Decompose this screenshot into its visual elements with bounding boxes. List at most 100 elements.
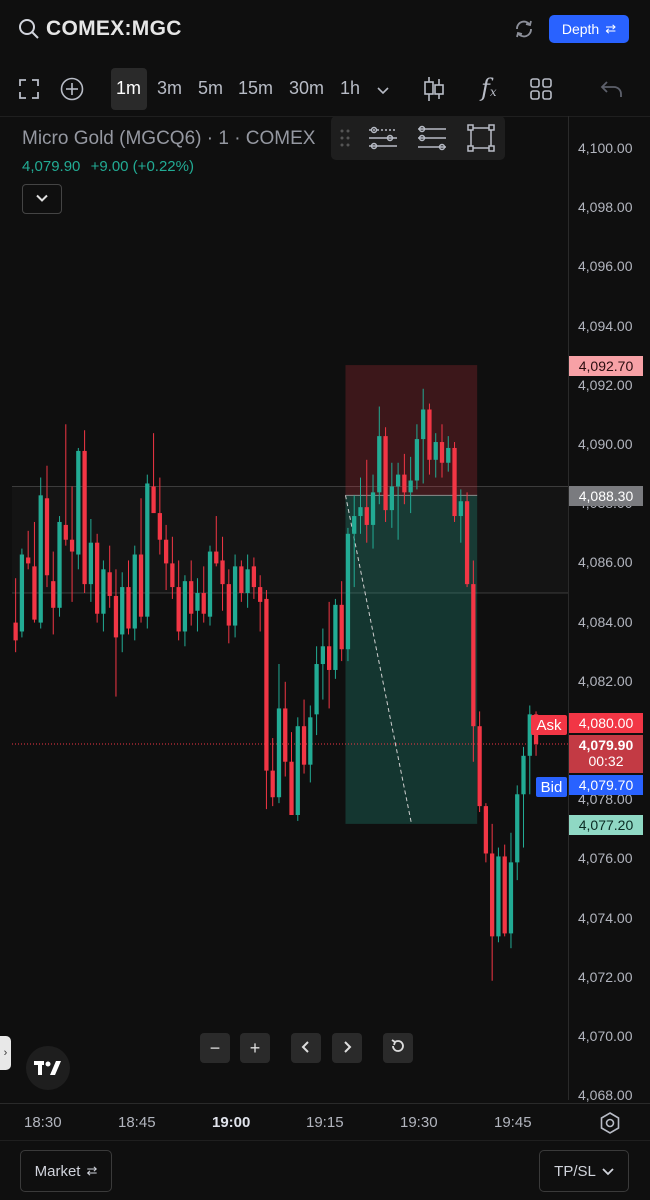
candle-body bbox=[32, 566, 37, 620]
candle-body bbox=[464, 501, 470, 585]
market-order-button[interactable]: Market ⇄ bbox=[20, 1150, 112, 1192]
time-label-bold: 19:00 bbox=[212, 1114, 251, 1131]
candle-body bbox=[251, 566, 257, 588]
candle-body bbox=[214, 551, 219, 564]
tpsl-button[interactable]: TP/SL bbox=[539, 1150, 629, 1192]
drawing-toolbar bbox=[331, 116, 505, 160]
candle-body bbox=[195, 593, 200, 611]
position-settings-icon[interactable] bbox=[368, 125, 398, 156]
candle-body bbox=[289, 761, 294, 815]
candle-body bbox=[283, 708, 288, 762]
candle-body bbox=[95, 542, 100, 614]
candle-body bbox=[44, 498, 50, 576]
candle-body bbox=[51, 581, 56, 608]
candle-body bbox=[88, 542, 94, 585]
price-axis-label: 4,070.00 bbox=[578, 1028, 633, 1044]
market-label: Market bbox=[34, 1162, 81, 1180]
candle-body bbox=[189, 581, 194, 614]
price-axis-label: 4,096.00 bbox=[578, 258, 633, 275]
candle-body bbox=[395, 474, 401, 487]
legend-collapse-button[interactable] bbox=[22, 184, 62, 214]
candle-body bbox=[370, 492, 376, 525]
swap-icon: ⇄ bbox=[605, 21, 617, 36]
candle-body bbox=[471, 584, 476, 727]
candle-body bbox=[389, 486, 394, 511]
ask-tag: Ask bbox=[531, 715, 567, 735]
candle-body bbox=[207, 551, 213, 617]
zoom-out-button[interactable]: − bbox=[200, 1033, 230, 1063]
price-axis-label: 4,068.00 bbox=[578, 1087, 633, 1104]
zoom-in-button[interactable]: + bbox=[240, 1033, 270, 1063]
candle-body bbox=[414, 439, 420, 481]
candle-body bbox=[333, 604, 338, 670]
time-axis-divider bbox=[0, 1103, 650, 1104]
candle-body bbox=[170, 563, 175, 588]
last-price-badge: 4,079.90 00:32 bbox=[569, 735, 643, 773]
candle-body bbox=[157, 513, 162, 540]
candle-body bbox=[490, 853, 495, 937]
candle-body bbox=[295, 726, 300, 815]
bid-tag: Bid bbox=[536, 777, 567, 797]
candle-body bbox=[402, 474, 407, 493]
candle-body bbox=[57, 521, 62, 608]
candle-body bbox=[107, 572, 112, 596]
candle-body bbox=[421, 409, 426, 440]
tradingview-logo[interactable] bbox=[26, 1046, 70, 1090]
candle-body bbox=[496, 856, 501, 937]
price-axis-label: 4,074.00 bbox=[578, 909, 633, 926]
legend-change: +9.00 (+0.22%) bbox=[90, 158, 194, 175]
candle-body bbox=[264, 598, 269, 771]
chevron-right-icon bbox=[342, 1038, 352, 1059]
candle-body bbox=[345, 533, 351, 650]
candle-body bbox=[245, 569, 250, 593]
legend-title: Micro Gold (MGCQ6) · 1 · COMEX bbox=[22, 128, 316, 149]
candle-body bbox=[320, 646, 325, 665]
candle-body bbox=[113, 595, 119, 638]
candle-body bbox=[515, 794, 520, 863]
scroll-left-button[interactable] bbox=[291, 1033, 321, 1063]
legend-price-line: 4,079.90 +9.00 (+0.22%) bbox=[22, 158, 194, 175]
candle-body bbox=[270, 770, 275, 798]
scroll-right-button[interactable] bbox=[332, 1033, 362, 1063]
side-panel-toggle[interactable]: › bbox=[0, 1036, 11, 1070]
candle-body bbox=[301, 726, 307, 765]
price-axis-label: 4,076.00 bbox=[578, 850, 633, 867]
candle-body bbox=[452, 447, 457, 517]
candle-body bbox=[308, 717, 313, 765]
time-label: 18:45 bbox=[118, 1114, 156, 1131]
candle-body bbox=[151, 486, 156, 514]
chevron-down-icon bbox=[602, 1163, 614, 1180]
candle-body bbox=[477, 726, 482, 807]
take-profit-zone bbox=[345, 495, 478, 824]
candle-body bbox=[76, 450, 81, 555]
drag-handle-icon[interactable] bbox=[340, 129, 350, 152]
candle-body bbox=[120, 587, 125, 635]
candle-body bbox=[63, 524, 68, 540]
rectangle-tool-icon[interactable] bbox=[467, 124, 495, 157]
footer-divider bbox=[0, 1140, 650, 1141]
chevron-left-icon bbox=[301, 1038, 311, 1059]
candle-body bbox=[145, 483, 150, 617]
price-axis-label: 4,084.00 bbox=[578, 613, 633, 630]
candle-body bbox=[358, 507, 363, 517]
candle-body bbox=[508, 862, 514, 934]
swap-icon: ⇄ bbox=[86, 1163, 98, 1178]
undo-icon[interactable] bbox=[600, 80, 624, 103]
candle-body bbox=[69, 539, 75, 552]
candle-body bbox=[101, 569, 106, 614]
tpsl-label: TP/SL bbox=[554, 1162, 596, 1180]
position-lines-icon[interactable] bbox=[417, 125, 447, 156]
candle-body bbox=[232, 566, 238, 626]
candle-body bbox=[13, 622, 18, 641]
candle-body bbox=[38, 495, 43, 623]
candle-body bbox=[182, 581, 188, 632]
ask-price-badge: 4,080.00 bbox=[569, 713, 643, 733]
price-axis-label: 4,092.00 bbox=[578, 376, 633, 393]
candle-body bbox=[521, 755, 526, 795]
candle-body bbox=[258, 587, 263, 602]
chart-settings-icon[interactable] bbox=[599, 1112, 621, 1139]
candle-body bbox=[352, 516, 357, 534]
candle-body bbox=[176, 587, 181, 632]
candle-body bbox=[408, 480, 413, 493]
reset-chart-button[interactable] bbox=[383, 1033, 413, 1063]
